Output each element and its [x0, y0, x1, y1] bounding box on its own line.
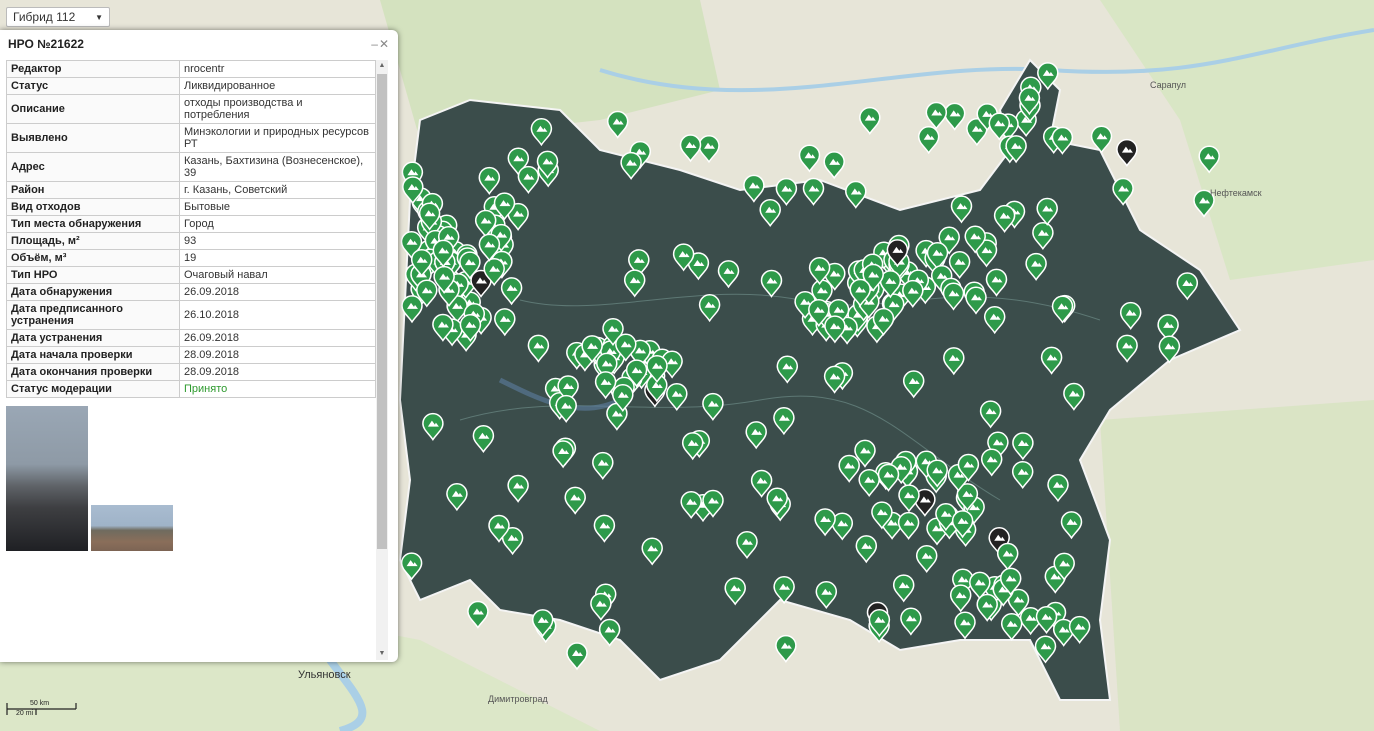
layer-selector-label: Гибрид 112 — [13, 10, 76, 24]
city-label-dimitrovgrad: Димитровград — [488, 694, 548, 704]
table-row: Дата предписанного устранения 26.10.2018 — [6, 300, 376, 330]
scroll-down-icon[interactable]: ▼ — [376, 648, 388, 660]
popup-window-controls[interactable]: –✕ — [371, 37, 390, 51]
attr-value: Казань, Бахтизина (Вознесенское), 39 — [179, 152, 376, 182]
attr-key: Тип места обнаружения — [6, 215, 180, 233]
scroll-thumb[interactable] — [377, 74, 387, 549]
table-row: Дата окончания проверки 28.09.2018 — [6, 363, 376, 381]
table-row: Адрес Казань, Бахтизина (Вознесенское), 3… — [6, 152, 376, 182]
layer-selector[interactable]: Гибрид 112 ▼ — [6, 7, 110, 27]
attr-value: Принято — [179, 380, 376, 398]
table-row: Объём, м³ 19 — [6, 249, 376, 267]
table-row: Статус Ликвидированное — [6, 77, 376, 95]
info-popup: НРО №21622 –✕ Редактор nrocentr Статус Ликв… — [0, 30, 398, 662]
table-row: Дата начала проверки 28.09.2018 — [6, 346, 376, 364]
attr-value: Очаговый навал — [179, 266, 376, 284]
attr-key: Статус — [6, 77, 180, 95]
photo-thumbnail[interactable] — [91, 505, 173, 551]
popup-scrollbar[interactable]: ▲ ▼ — [376, 60, 388, 660]
photo-thumbnail[interactable] — [6, 406, 88, 551]
attr-key: Дата окончания проверки — [6, 363, 180, 381]
table-row: Дата устранения 26.09.2018 — [6, 329, 376, 347]
city-label-neftekamsk: Нефтекамск — [1210, 188, 1262, 198]
attr-value: 26.09.2018 — [179, 283, 376, 301]
city-label-sarapul: Сарапул — [1150, 80, 1187, 90]
scale-metric-label: 50 km — [30, 700, 50, 707]
attr-key: Редактор — [6, 60, 180, 78]
attr-value: 93 — [179, 232, 376, 250]
table-row: Статус модерации Принято — [6, 380, 376, 398]
city-label-ulyanovsk: Ульяновск — [298, 669, 351, 681]
popup-header: НРО №21622 –✕ — [0, 30, 398, 58]
attr-key: Дата устранения — [6, 329, 180, 347]
attr-value: 26.09.2018 — [179, 329, 376, 347]
attr-value: г. Казань, Советский — [179, 181, 376, 199]
table-row: Тип НРО Очаговый навал — [6, 266, 376, 284]
attr-key: Тип НРО — [6, 266, 180, 284]
table-row: Вид отходов Бытовые — [6, 198, 376, 216]
table-row: Описание отходы производства и потреблени… — [6, 94, 376, 124]
table-row: Выявлено Минэкологии и природных ресурсов… — [6, 123, 376, 153]
attr-value: Ликвидированное — [179, 77, 376, 95]
table-row: Район г. Казань, Советский — [6, 181, 376, 199]
scale-bar: 50 km 20 mi — [6, 700, 78, 720]
attr-key: Дата начала проверки — [6, 346, 180, 364]
scale-imperial-label: 20 mi — [16, 710, 34, 717]
attr-key: Площадь, м² — [6, 232, 180, 250]
popup-content: Редактор nrocentr Статус Ликвидированное Опи… — [6, 60, 376, 660]
attr-key: Дата обнаружения — [6, 283, 180, 301]
attr-value: 19 — [179, 249, 376, 267]
attributes-table: Редактор nrocentr Статус Ликвидированное Опи… — [6, 60, 376, 398]
table-row: Площадь, м² 93 — [6, 232, 376, 250]
attr-key: Адрес — [6, 152, 180, 182]
table-row: Тип места обнаружения Город — [6, 215, 376, 233]
popup-title: НРО №21622 — [8, 37, 84, 51]
attr-value: 28.09.2018 — [179, 346, 376, 364]
attr-key: Выявлено — [6, 123, 180, 153]
attr-value: отходы производства и потребления — [179, 94, 376, 124]
scroll-up-icon[interactable]: ▲ — [376, 60, 388, 72]
attr-value: Бытовые — [179, 198, 376, 216]
attr-key: Дата предписанного устранения — [6, 300, 180, 330]
table-row: Редактор nrocentr — [6, 60, 376, 78]
attr-key: Вид отходов — [6, 198, 180, 216]
table-row: Дата обнаружения 26.09.2018 — [6, 283, 376, 301]
attr-key: Статус модерации — [6, 380, 180, 398]
attr-key: Район — [6, 181, 180, 199]
attr-value: Минэкологии и природных ресурсов РТ — [179, 123, 376, 153]
attr-value: nrocentr — [179, 60, 376, 78]
attr-value: 26.10.2018 — [179, 300, 376, 330]
attr-key: Объём, м³ — [6, 249, 180, 267]
photo-gallery — [6, 406, 376, 551]
chevron-down-icon: ▼ — [95, 12, 103, 22]
attr-value: Город — [179, 215, 376, 233]
attr-key: Описание — [6, 94, 180, 124]
attr-value: 28.09.2018 — [179, 363, 376, 381]
